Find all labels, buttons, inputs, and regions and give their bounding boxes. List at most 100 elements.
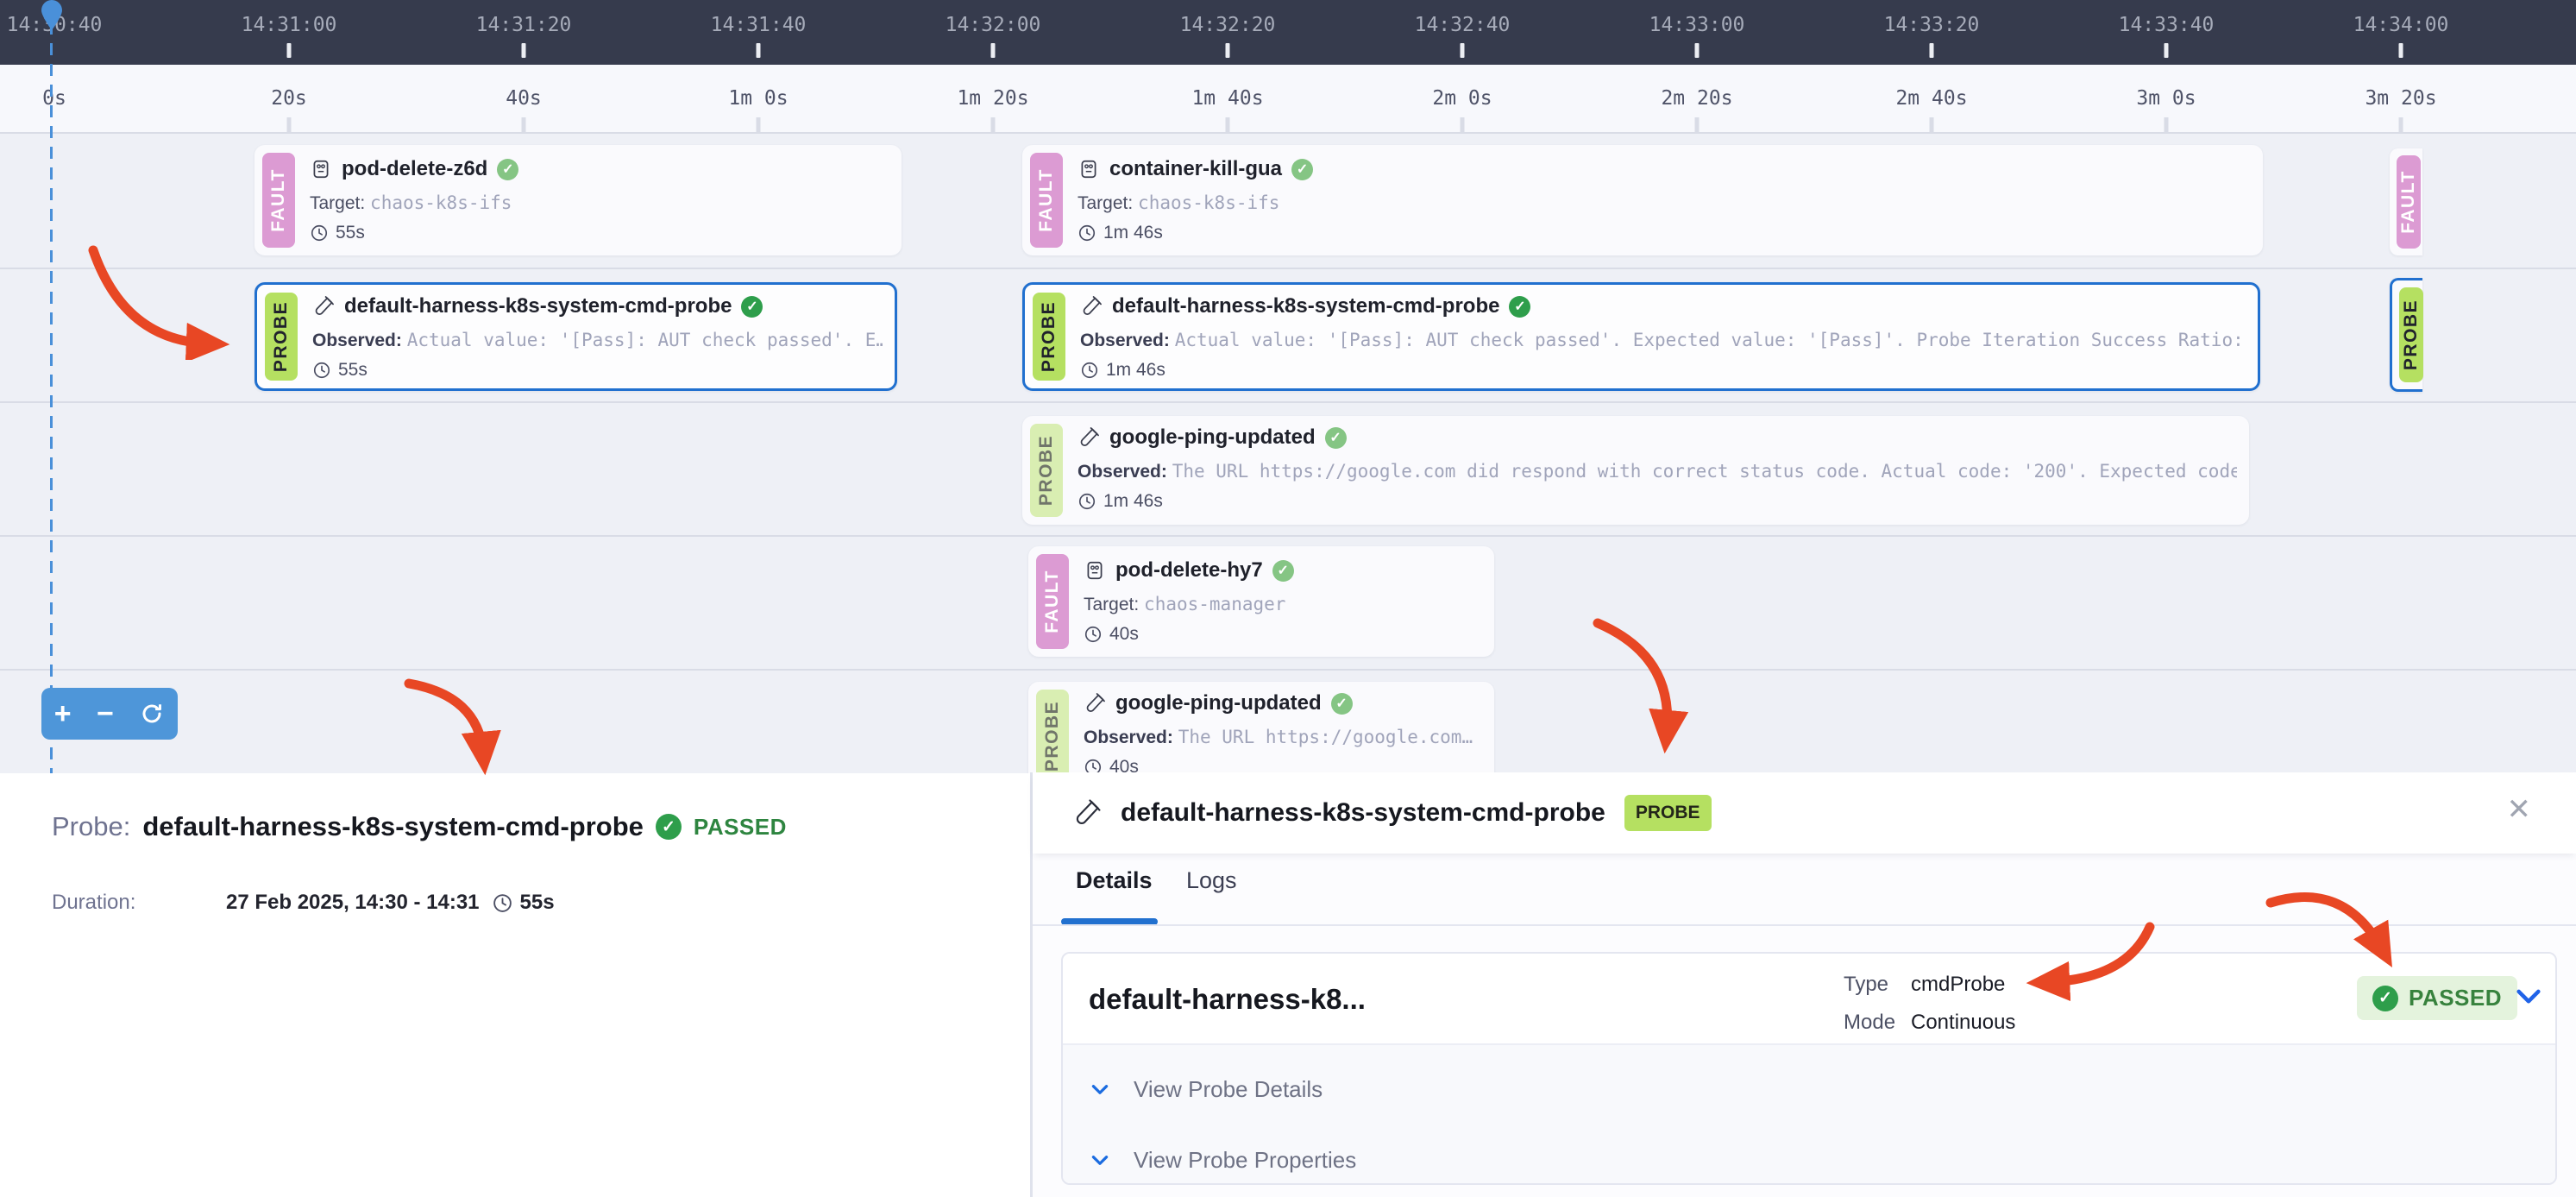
probe-card-cmd-probe-2[interactable]: PROBE default-harness-k8s-system-cmd-pro…: [1022, 282, 2260, 391]
duration-value: 55s: [336, 223, 365, 243]
check-circle-icon: ✓: [1331, 693, 1353, 715]
duration-label: Duration:: [52, 891, 226, 915]
chaos-experiment-timeline-view: 14:30:40 14:31:00 14:31:20 14:31:40 14:3…: [0, 0, 2576, 1197]
card-title: google-ping-updated: [1109, 425, 1316, 450]
fault-card-container-kill-gua[interactable]: FAULT container-kill-gua ✓ Target: chaos…: [1022, 145, 2263, 255]
probe-icon: [312, 295, 335, 318]
probe-details-panel: default-harness-k8s-system-cmd-probe PRO…: [1030, 772, 2576, 1197]
target-value: chaos-k8s-ifs: [370, 192, 512, 213]
probe-label: Probe:: [52, 811, 130, 842]
timeline-time-bar[interactable]: 14:30:40 14:31:00 14:31:20 14:31:40 14:3…: [0, 0, 2576, 65]
mode-value: Continuous: [1911, 1011, 2015, 1035]
fault-badge: FAULT: [2397, 155, 2421, 249]
status-badge: PASSED: [694, 814, 787, 841]
fault-badge: FAULT: [262, 153, 295, 248]
tick-mark: [1226, 117, 1230, 132]
tick-mark: [2399, 117, 2403, 132]
time-tick-label: 14:31:00: [242, 14, 337, 36]
chevron-down-icon: [1089, 1080, 1111, 1099]
check-circle-icon: ✓: [2372, 986, 2398, 1011]
fault-card-pod-delete-z6d[interactable]: FAULT pod-delete-z6d ✓ Target: chaos-k8s…: [254, 145, 902, 255]
probe-card-google-ping-1[interactable]: PROBE google-ping-updated ✓ Observed: Th…: [1022, 416, 2249, 525]
tick-mark: [757, 117, 761, 132]
clock-icon: [1078, 224, 1096, 243]
probe-badge: PROBE: [1033, 293, 1065, 381]
relative-tick-label: 40s: [506, 87, 542, 110]
check-circle-icon: ✓: [497, 159, 518, 180]
probe-detail-card: default-harness-k8... TypecmdProbe ModeC…: [1061, 952, 2557, 1185]
fault-icon: [1078, 158, 1100, 180]
view-probe-details-link[interactable]: View Probe Details: [1089, 1076, 1323, 1103]
check-circle-icon: ✓: [1291, 159, 1313, 180]
probe-card-truncated[interactable]: PROBE: [2390, 278, 2422, 392]
fault-card-pod-delete-hy7[interactable]: FAULT pod-delete-hy7 ✓ Target: chaos-man…: [1028, 546, 1494, 657]
clock-icon: [1084, 625, 1103, 644]
tab-logs[interactable]: Logs: [1186, 867, 1237, 894]
playhead-line[interactable]: [50, 22, 53, 774]
clock-icon: [1080, 361, 1099, 380]
tick-mark: [2399, 43, 2403, 58]
target-label: Target:: [1084, 595, 1139, 614]
tick-mark: [1930, 43, 1934, 58]
close-icon[interactable]: ✕: [2507, 795, 2532, 824]
probe-name: default-harness-k8s-system-cmd-probe: [142, 811, 644, 842]
duration-value: 40s: [1109, 624, 1139, 645]
probe-detail-card-header: default-harness-k8... TypecmdProbe ModeC…: [1063, 954, 2555, 1043]
relative-tick-label: 0s: [42, 87, 66, 110]
relative-tick-label: 3m 20s: [2365, 87, 2436, 110]
tick-mark: [287, 117, 292, 132]
time-tick-label: 14:32:40: [1415, 14, 1511, 36]
duration-seconds: 55s: [520, 891, 555, 915]
tick-mark: [1461, 43, 1465, 58]
tick-mark: [991, 43, 996, 58]
card-title: pod-delete-z6d: [342, 157, 487, 181]
tick-mark: [2164, 43, 2169, 58]
view-probe-properties-link[interactable]: View Probe Properties: [1089, 1147, 1356, 1174]
relative-tick-label: 2m 40s: [1895, 87, 1967, 110]
time-tick-label: 14:33:20: [1884, 14, 1980, 36]
tick-mark: [522, 117, 526, 132]
check-circle-icon: ✓: [1272, 560, 1294, 582]
time-tick-label: 14:32:00: [946, 14, 1041, 36]
tick-mark: [1461, 117, 1465, 132]
type-label: Type: [1844, 973, 1911, 997]
fault-badge: FAULT: [1030, 153, 1063, 248]
probe-card-cmd-probe-1[interactable]: PROBE default-harness-k8s-system-cmd-pro…: [254, 282, 897, 391]
playhead-pin-icon[interactable]: [40, 0, 64, 31]
tick-mark: [1226, 43, 1230, 58]
relative-tick-label: 1m 40s: [1191, 87, 1263, 110]
fault-card-truncated[interactable]: FAULT: [2390, 148, 2422, 255]
zoom-out-button[interactable]: −: [97, 699, 114, 728]
duration-range: 27 Feb 2025, 14:30 - 14:31: [226, 891, 480, 915]
details-panel-header: default-harness-k8s-system-cmd-probe PRO…: [1033, 772, 2576, 854]
duration-value: 1m 46s: [1103, 223, 1163, 243]
check-circle-icon: ✓: [1509, 296, 1530, 318]
time-tick-label: 14:33:40: [2119, 14, 2215, 36]
tick-mark: [2164, 117, 2169, 132]
tick-mark: [757, 43, 761, 58]
observed-label: Observed:: [1084, 728, 1173, 747]
tab-details[interactable]: Details: [1076, 867, 1153, 894]
reset-zoom-button[interactable]: [139, 701, 165, 727]
relative-tick-label: 1m 20s: [957, 87, 1028, 110]
probe-badge: PROBE: [1036, 690, 1069, 782]
card-title: container-kill-gua: [1109, 157, 1282, 181]
probe-type-badge: PROBE: [1624, 795, 1712, 831]
row-divider: [0, 535, 2576, 537]
probe-badge: PROBE: [2399, 287, 2423, 382]
type-value: cmdProbe: [1911, 973, 2005, 997]
probe-badge: PROBE: [265, 293, 298, 381]
clock-icon: [1078, 492, 1096, 511]
probe-icon: [1080, 295, 1103, 318]
fault-badge: FAULT: [1036, 554, 1069, 649]
time-tick-label: 14:33:00: [1649, 14, 1745, 36]
relative-tick-label: 20s: [271, 87, 307, 110]
duration-value: 55s: [338, 360, 368, 381]
target-value: chaos-manager: [1144, 594, 1285, 614]
check-circle-icon: ✓: [1325, 427, 1347, 449]
chevron-down-icon[interactable]: [2514, 985, 2543, 1015]
probe-detail-card-body: View Probe Details View Probe Properties: [1063, 1043, 2555, 1185]
zoom-in-button[interactable]: +: [54, 699, 72, 728]
timeline-relative-bar[interactable]: 0s 20s 40s 1m 0s 1m 20s 1m 40s 2m 0s 2m …: [0, 65, 2576, 134]
probe-icon: [1084, 692, 1106, 715]
